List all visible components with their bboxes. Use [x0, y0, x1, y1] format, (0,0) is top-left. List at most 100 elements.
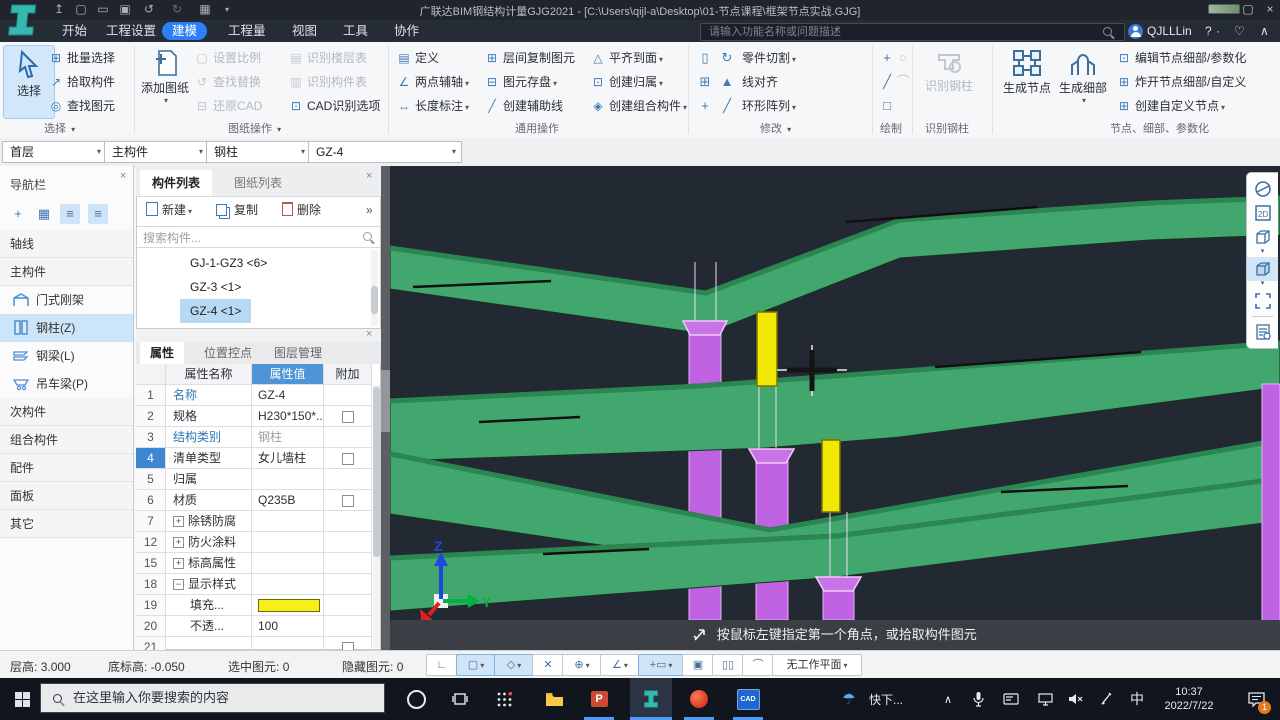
- ring-array-button[interactable]: 环形阵列▾: [742, 96, 796, 116]
- tab-component-list[interactable]: 构件列表: [140, 170, 212, 196]
- table-row[interactable]: 3结构类别钢柱: [136, 427, 372, 448]
- list-toolbar-more-icon[interactable]: »: [366, 203, 373, 217]
- tab-modeling[interactable]: 建模: [162, 22, 207, 40]
- help-icon[interactable]: ?: [1205, 24, 1212, 38]
- powerpoint-button[interactable]: P: [578, 678, 620, 720]
- component-search-icon[interactable]: [363, 232, 372, 241]
- component-name-selector[interactable]: GZ-4▾: [308, 141, 462, 163]
- new-component-button[interactable]: 新建▾: [146, 200, 192, 220]
- circle-tool-icon[interactable]: ○: [894, 48, 912, 68]
- tracking-button[interactable]: +▭▾: [638, 654, 684, 676]
- grid-view-icon[interactable]: ▦: [34, 204, 54, 224]
- copy-between-floors-button[interactable]: ⊞层间复制图元: [484, 48, 575, 68]
- tab-tools[interactable]: 工具: [333, 22, 378, 40]
- orbit-view-icon[interactable]: [1247, 177, 1278, 201]
- mirror-icon[interactable]: ▲: [718, 72, 736, 92]
- fill-color-swatch[interactable]: [258, 599, 320, 612]
- expand-icon[interactable]: +: [173, 537, 184, 548]
- sheet-group-label[interactable]: 图纸操作 ▾: [228, 120, 281, 136]
- cross-snap-button[interactable]: ✕: [532, 654, 564, 676]
- restore-window-icon[interactable]: ▢: [1238, 2, 1258, 16]
- column-capital[interactable]: [816, 577, 861, 591]
- rotate-icon[interactable]: ↻: [718, 48, 736, 68]
- app-grid-button[interactable]: [484, 678, 524, 720]
- props-header-value[interactable]: 属性值: [252, 364, 324, 385]
- checkbox[interactable]: [342, 411, 354, 423]
- find-element-button[interactable]: ◎查找图元: [48, 96, 115, 116]
- image-frame-button[interactable]: ▣: [682, 654, 714, 676]
- view-3d-caret-icon[interactable]: ▾: [1247, 249, 1278, 257]
- nav-item-steel-column[interactable]: 钢柱(Z): [0, 314, 133, 342]
- taskbar-search-input[interactable]: 在这里输入你要搜索的内容: [40, 683, 385, 713]
- delete-icon[interactable]: ▯: [696, 48, 714, 68]
- nav-item-steel-beam[interactable]: 钢梁(L): [0, 342, 133, 370]
- expand-icon[interactable]: +: [173, 516, 184, 527]
- table-row[interactable]: 5归属: [136, 469, 372, 490]
- tab-start[interactable]: 开始: [52, 22, 97, 40]
- username[interactable]: QJLLLin: [1147, 24, 1192, 38]
- copy-component-button[interactable]: 复制: [216, 200, 258, 220]
- zoom-fit-icon[interactable]: [1247, 289, 1278, 313]
- model-viewport[interactable]: Z Y 按鼠标左键指定第一个角点，或拾取构件图元 2D ▾ ▾: [390, 166, 1280, 650]
- create-ownership-button[interactable]: ⊡创建归属▾: [590, 72, 663, 92]
- batch-select-button[interactable]: ⊞批量选择: [48, 48, 115, 68]
- table-row[interactable]: 18−显示样式: [136, 574, 372, 595]
- tab-layer-management[interactable]: 图层管理: [264, 342, 332, 364]
- nav-section-axis[interactable]: 轴线: [0, 230, 133, 258]
- list-scrollbar[interactable]: [371, 250, 378, 326]
- recognize-floor-table-button[interactable]: ▤识别楼层表: [288, 48, 367, 68]
- set-scale-button[interactable]: ▢设置比例: [194, 48, 261, 68]
- component-search-input[interactable]: 搜索构件...: [137, 226, 380, 248]
- view-3d-wire-icon[interactable]: [1247, 225, 1278, 249]
- list-item[interactable]: GJ-1-GZ3 <6>: [180, 251, 277, 275]
- align-to-face-button[interactable]: △平齐到面▾: [590, 48, 663, 68]
- create-combined-component-button[interactable]: ◈创建组合构件▾: [590, 96, 687, 116]
- nav-item-crane-beam[interactable]: 吊车梁(P): [0, 370, 133, 398]
- find-replace-button[interactable]: ↺查找替换: [194, 72, 261, 92]
- recognize-component-table-button[interactable]: ▥识别构件表: [288, 72, 367, 92]
- define-button[interactable]: ▤定义: [396, 48, 439, 68]
- dual-column-button[interactable]: ▯▯: [712, 654, 744, 676]
- tab-drawing-list[interactable]: 图纸列表: [222, 170, 294, 196]
- arc-tool-icon[interactable]: ⌒: [894, 72, 912, 92]
- nav-section-combined-components[interactable]: 组合构件: [0, 426, 133, 454]
- ortho-toggle-button[interactable]: ∟: [426, 654, 458, 676]
- list-panel-close-icon[interactable]: ×: [366, 170, 372, 182]
- start-button[interactable]: [8, 678, 36, 720]
- table-row[interactable]: 12+防火涂料: [136, 532, 372, 553]
- nav-section-other[interactable]: 其它: [0, 510, 133, 538]
- snap-box-button[interactable]: ▢▾: [456, 654, 496, 676]
- ime-indicator[interactable]: 中: [1124, 678, 1150, 720]
- rectangle-tool-icon[interactable]: □: [878, 96, 896, 116]
- view-2d-icon[interactable]: 2D: [1247, 201, 1278, 225]
- list-item-selected[interactable]: GZ-4 <1>: [180, 299, 251, 323]
- device-manager-icon[interactable]: [998, 678, 1024, 720]
- selected-steel-column[interactable]: [757, 312, 777, 386]
- delete-component-button[interactable]: 删除: [282, 200, 321, 220]
- view-cube-button[interactable]: ◇▾: [494, 654, 534, 676]
- props-close-icon[interactable]: ×: [366, 328, 372, 340]
- component-type-selector[interactable]: 钢柱▾: [206, 141, 311, 163]
- microphone-icon[interactable]: [966, 678, 990, 720]
- flame-app-button[interactable]: [678, 678, 720, 720]
- tray-expand-icon[interactable]: ∧: [936, 678, 960, 720]
- collapse-icon[interactable]: −: [173, 579, 184, 590]
- nav-item-portal-frame[interactable]: 门式刚架: [0, 286, 133, 314]
- props-header-extra[interactable]: 附加: [324, 364, 372, 385]
- table-row[interactable]: 1名称GZ-4: [136, 385, 372, 406]
- steel-column[interactable]: [1262, 384, 1280, 648]
- nav-section-main-components[interactable]: 主构件: [0, 258, 133, 286]
- generate-node-button[interactable]: 生成节点: [1000, 45, 1054, 117]
- weather-umbrella-icon[interactable]: ☂: [838, 678, 860, 720]
- props-scrollbar[interactable]: [373, 385, 380, 648]
- generate-detail-button[interactable]: 生成细部 ▾: [1056, 45, 1110, 117]
- weather-label[interactable]: 快下...: [862, 678, 910, 720]
- nav-close-icon[interactable]: ×: [120, 170, 126, 182]
- expand-icon[interactable]: +: [173, 558, 184, 569]
- cad-app-button[interactable]: CAD: [726, 678, 770, 720]
- table-row[interactable]: 2规格H230*150*...: [136, 406, 372, 427]
- select-group-label[interactable]: 选择 ▾: [44, 120, 75, 136]
- view-3d-solid-icon[interactable]: [1247, 257, 1278, 281]
- floor-selector[interactable]: 首层▾: [2, 141, 107, 163]
- copy-icon[interactable]: ⊞: [696, 72, 714, 92]
